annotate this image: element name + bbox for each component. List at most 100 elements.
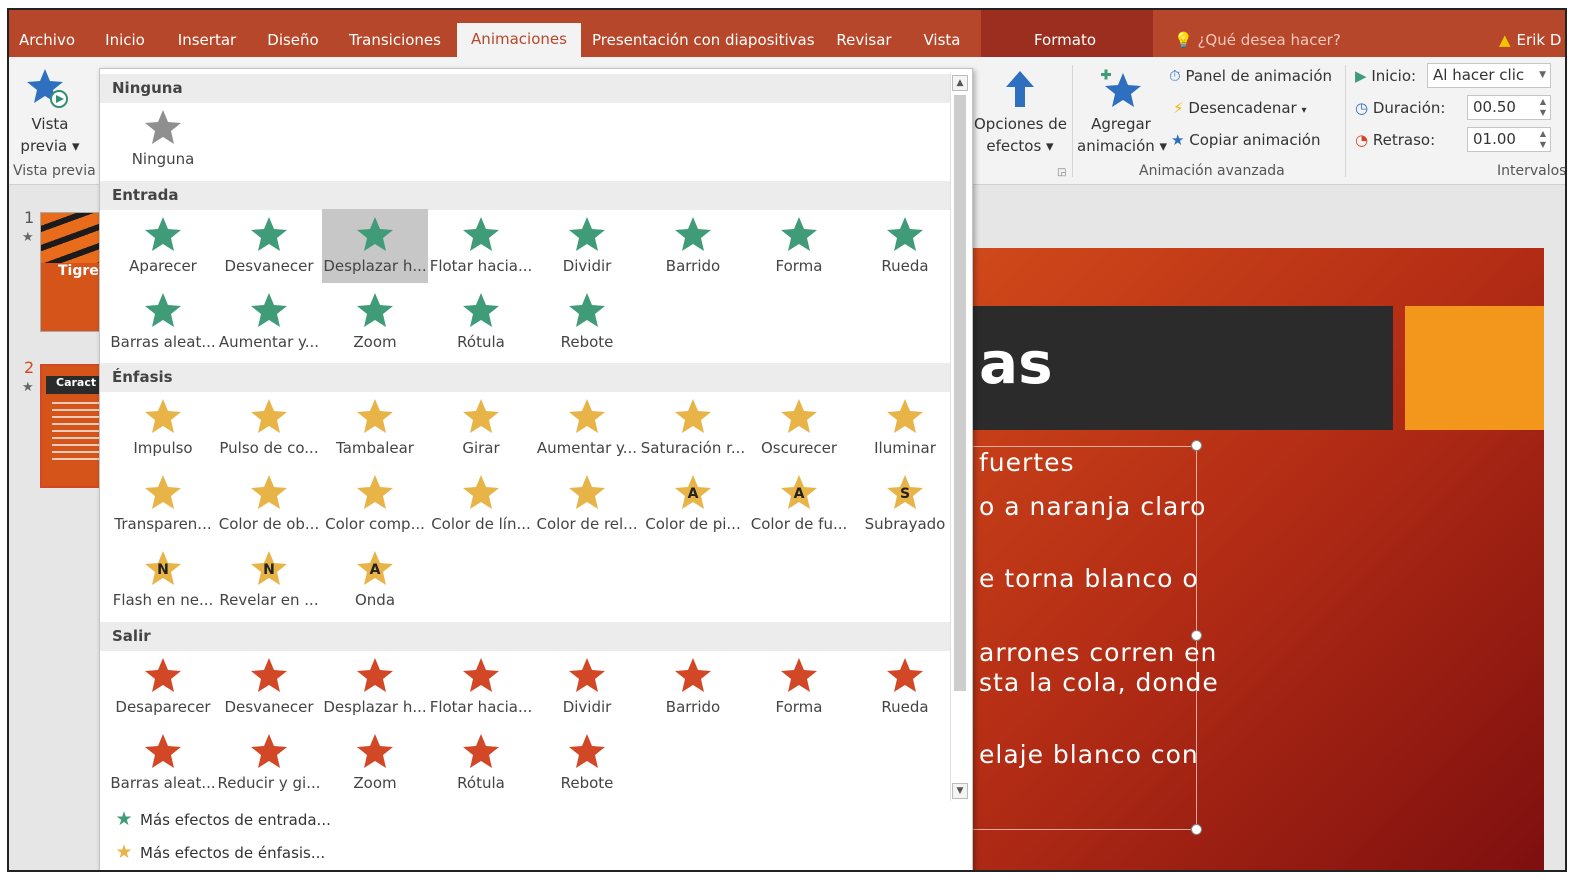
tab-insertar[interactable]: Insertar — [173, 24, 241, 57]
effect-item[interactable]: Color de rel... — [534, 467, 640, 541]
scroll-down-icon[interactable]: ▼ — [952, 783, 968, 799]
effect-item[interactable]: Oscurecer — [746, 391, 852, 465]
green-star-icon: ★ — [115, 808, 133, 830]
duration-stepper[interactable]: 00.50 ▲ ▼ — [1467, 95, 1551, 120]
user-account[interactable]: ▲ Erik D — [1499, 24, 1561, 57]
effect-item[interactable]: Barras aleat... — [110, 726, 216, 800]
effect-item[interactable]: Reducir y gi... — [216, 726, 322, 800]
effect-item[interactable]: Rótula — [428, 726, 534, 800]
more-emphasis-effects[interactable]: ★ Más efectos de énfasis... — [108, 838, 325, 866]
tab-diseno[interactable]: Diseño — [261, 24, 325, 57]
effect-item[interactable]: N Flash en ne... — [110, 543, 216, 617]
effect-item[interactable]: Pulso de co... — [216, 391, 322, 465]
scroll-up-icon[interactable]: ▲ — [952, 75, 968, 91]
red-star-shape-icon — [781, 658, 817, 692]
effect-item[interactable]: Flotar hacia... — [428, 650, 534, 724]
effect-item[interactable]: Forma — [746, 209, 852, 283]
effect-item[interactable]: Desplazar h... — [322, 209, 428, 283]
effect-options-button[interactable]: Opciones de efectos ▾ — [974, 65, 1067, 161]
effect-item[interactable]: Dividir — [534, 650, 640, 724]
slide-title[interactable]: as — [979, 328, 1053, 398]
resize-handle[interactable] — [1191, 824, 1202, 835]
tab-archivo[interactable]: Archivo — [13, 24, 81, 57]
delay-stepper[interactable]: 01.00 ▲ ▼ — [1467, 127, 1551, 152]
effect-item[interactable]: Rebote — [534, 726, 640, 800]
thumb-title: Tigre — [58, 263, 99, 279]
dialog-launcher-icon[interactable]: ◲ — [1057, 167, 1066, 178]
effect-item[interactable]: A Color de pi... — [640, 467, 746, 541]
effect-item[interactable]: Forma — [746, 650, 852, 724]
effect-item[interactable]: Desvanecer — [216, 209, 322, 283]
start-select[interactable]: Al hacer clic ▼ — [1427, 63, 1551, 88]
effect-item[interactable]: Iluminar — [852, 391, 958, 465]
effect-item[interactable]: Saturación r... — [640, 391, 746, 465]
effect-item[interactable]: Impulso — [110, 391, 216, 465]
section-header-2: Énfasis — [100, 363, 950, 392]
effect-item[interactable]: Color comp... — [322, 467, 428, 541]
effect-item[interactable]: N Revelar en ... — [216, 543, 322, 617]
tab-animaciones[interactable]: Animaciones — [457, 23, 581, 57]
tab-vista[interactable]: Vista — [915, 24, 969, 57]
animation-pane-button[interactable]: ⏱ Panel de animación — [1169, 65, 1332, 87]
effect-item[interactable]: S Subrayado — [852, 467, 958, 541]
copy-star-icon: ★ — [1171, 131, 1185, 149]
copy-animation-button[interactable]: ★ Copiar animación — [1171, 129, 1320, 151]
effect-item[interactable]: Barrido — [640, 209, 746, 283]
trigger-button[interactable]: ⚡ Desencadenar ▾ — [1173, 97, 1307, 122]
effect-item[interactable]: Barras aleat... — [110, 285, 216, 359]
body-line: e torna blanco o — [979, 564, 1199, 593]
resize-handle[interactable] — [1191, 440, 1202, 451]
gallery-scrollbar[interactable]: ▲ ▼ — [950, 73, 968, 801]
red-star-swivel-icon — [463, 734, 499, 768]
effect-item[interactable]: A Color de fu... — [746, 467, 852, 541]
red-star-fly-icon — [357, 658, 393, 692]
effect-item[interactable]: Zoom — [322, 285, 428, 359]
effect-item[interactable]: Tambalear — [322, 391, 428, 465]
effect-label: Flash en ne... — [112, 591, 214, 609]
effect-item[interactable]: Ninguna — [110, 102, 216, 176]
effect-item[interactable]: Desplazar h... — [322, 650, 428, 724]
effect-glyph: N — [263, 562, 275, 578]
tell-me-box[interactable]: 💡 ¿Qué desea hacer? — [1174, 24, 1341, 57]
effect-item[interactable]: Aumentar y... — [216, 285, 322, 359]
tab-formato[interactable]: Formato — [1025, 24, 1105, 57]
effect-label: Aparecer — [129, 257, 197, 275]
scrollbar-thumb[interactable] — [954, 95, 966, 691]
effect-label: Rueda — [881, 698, 929, 716]
effect-item[interactable]: Aumentar y... — [534, 391, 640, 465]
effect-item[interactable]: A Onda — [322, 543, 428, 617]
effect-item[interactable]: Rebote — [534, 285, 640, 359]
effect-item[interactable]: Color de ob... — [216, 467, 322, 541]
effect-label: Transparen... — [114, 515, 212, 533]
effect-item[interactable]: Flotar hacia... — [428, 209, 534, 283]
effect-item[interactable]: Aparecer — [110, 209, 216, 283]
effect-item[interactable]: Desvanecer — [216, 650, 322, 724]
effect-item[interactable]: Rueda — [852, 650, 958, 724]
more-entrance-effects[interactable]: ★ Más efectos de entrada... — [108, 805, 330, 833]
ribbon-separator — [1345, 65, 1346, 177]
delay-value: 01.00 — [1473, 130, 1516, 148]
effect-label: Impulso — [133, 439, 193, 457]
effect-item[interactable]: Color de lín... — [428, 467, 534, 541]
effect-label: Rótula — [457, 333, 505, 351]
effect-item[interactable]: Zoom — [322, 726, 428, 800]
timing-group-label: Intervalos — [1497, 163, 1567, 179]
effect-item[interactable]: Rueda — [852, 209, 958, 283]
add-animation-button[interactable]: Agregar animación ▾ — [1077, 65, 1167, 161]
effect-item[interactable]: Girar — [428, 391, 534, 465]
tab-transiciones[interactable]: Transiciones — [345, 24, 445, 57]
body-line: arrones corren en — [979, 638, 1218, 667]
effect-label: Desplazar h... — [323, 257, 427, 275]
red-star-shrink-icon — [251, 734, 287, 768]
effect-item[interactable]: Transparen... — [110, 467, 216, 541]
tab-revisar[interactable]: Revisar — [831, 24, 897, 57]
preview-button[interactable]: Vista previa ▾ — [15, 65, 85, 161]
effect-item[interactable]: Dividir — [534, 209, 640, 283]
red-star-zoom-icon — [357, 734, 393, 768]
tab-presentacion[interactable]: Presentación con diapositivas — [592, 24, 815, 57]
tab-inicio[interactable]: Inicio — [99, 24, 151, 57]
effect-label: Revelar en ... — [219, 591, 319, 609]
effect-item[interactable]: Rótula — [428, 285, 534, 359]
effect-item[interactable]: Barrido — [640, 650, 746, 724]
effect-item[interactable]: Desaparecer — [110, 650, 216, 724]
